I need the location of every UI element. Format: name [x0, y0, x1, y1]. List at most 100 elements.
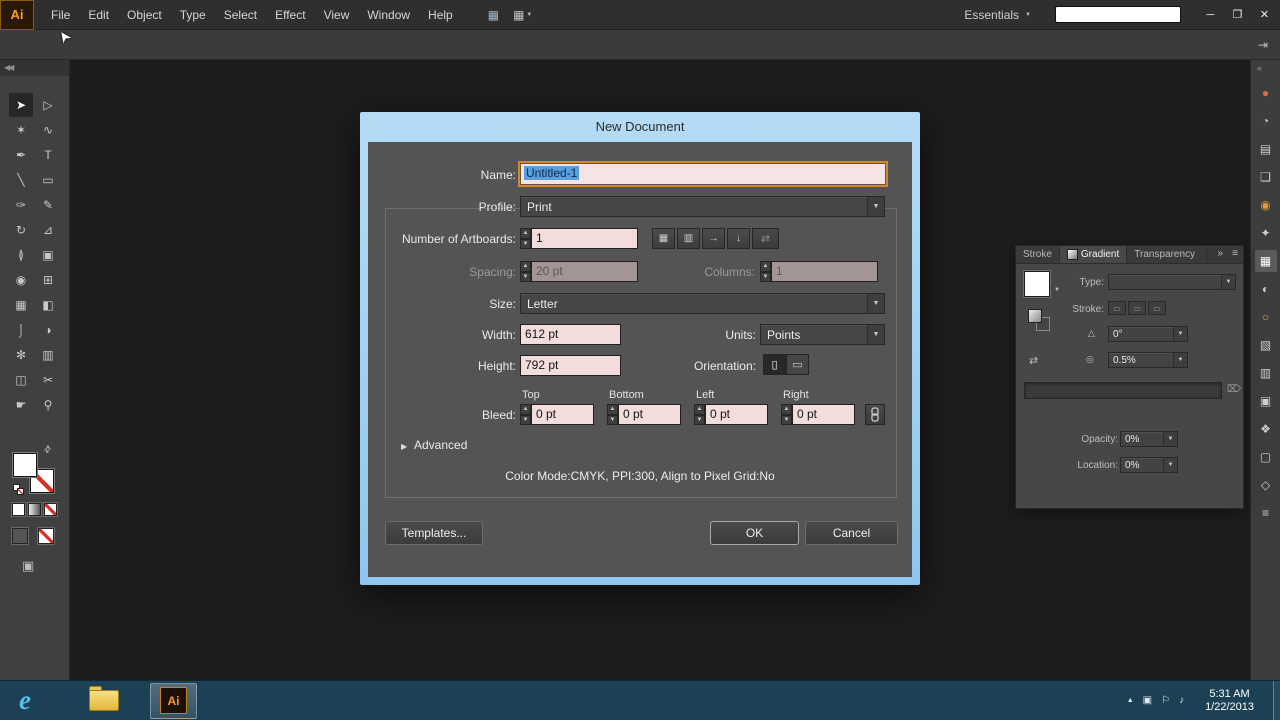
tray-volume-icon[interactable]: ♪: [1179, 695, 1184, 706]
gradient-panel-icon[interactable]: ▦: [1255, 250, 1277, 272]
grid-by-row-button[interactable]: ▦: [652, 228, 675, 249]
align-panel-icon[interactable]: ❖: [1255, 418, 1277, 440]
search-input[interactable]: [1055, 6, 1181, 23]
shape-builder-tool[interactable]: ◉: [9, 268, 33, 292]
restore-button[interactable]: ❐: [1224, 0, 1251, 30]
paintbrush-tool[interactable]: ✑: [9, 193, 33, 217]
color-guide-panel-icon[interactable]: ◔: [1255, 110, 1277, 132]
hand-tool[interactable]: ☛: [9, 393, 33, 417]
delete-stop-icon[interactable]: ⌦: [1227, 384, 1241, 395]
chevron-down-icon[interactable]: ▼: [1163, 458, 1177, 472]
swap-fill-stroke-icon[interactable]: ⇄: [41, 443, 54, 456]
eyedropper-tool[interactable]: ⌡: [9, 318, 33, 342]
appearance-panel-icon[interactable]: ✦: [1255, 222, 1277, 244]
arrange-by-column-button[interactable]: ↓: [727, 228, 750, 249]
size-dropdown[interactable]: Letter ▼: [520, 293, 885, 314]
taskbar-illustrator-button[interactable]: Ai: [150, 683, 197, 719]
perspective-grid-tool[interactable]: ⊞: [36, 268, 60, 292]
menu-file[interactable]: File: [42, 0, 79, 30]
menu-help[interactable]: Help: [419, 0, 462, 30]
slice-tool[interactable]: ✂: [36, 368, 60, 392]
drawing-modes-button[interactable]: ▣: [22, 558, 34, 574]
pathfinder-panel-icon[interactable]: ▢: [1255, 446, 1277, 468]
location-dropdown[interactable]: 0% ▼: [1120, 457, 1178, 473]
arrange-by-row-button[interactable]: →: [702, 228, 725, 249]
arrange-documents-button[interactable]: ▦ ▼: [513, 8, 532, 22]
gradient-tool[interactable]: ◧: [36, 293, 60, 317]
chevron-down-icon[interactable]: ▼: [867, 197, 884, 216]
info-panel-icon[interactable]: ≡: [1255, 502, 1277, 524]
menu-edit[interactable]: Edit: [79, 0, 118, 30]
stroke-within-button[interactable]: ▭: [1108, 301, 1126, 315]
spinner-up-icon[interactable]: ▲: [520, 404, 531, 415]
width-input[interactable]: 612 pt: [520, 324, 621, 345]
gradient-aspect-dropdown[interactable]: 0.5% ▼: [1108, 352, 1188, 368]
selection-tool[interactable]: ➤: [9, 93, 33, 117]
spinner-up-icon[interactable]: ▲: [694, 404, 705, 415]
spinner-up-icon[interactable]: ▲: [520, 261, 531, 272]
stroke-across-button[interactable]: ▭: [1148, 301, 1166, 315]
panel-menu-icon[interactable]: ≡: [1232, 248, 1238, 259]
transparency-panel-icon[interactable]: ◐: [1255, 278, 1277, 300]
rotate-tool[interactable]: ↻: [9, 218, 33, 242]
menu-type[interactable]: Type: [171, 0, 215, 30]
spinner-down-icon[interactable]: ▼: [520, 239, 531, 250]
bridge-icon[interactable]: ▦: [488, 8, 499, 22]
color-panel-icon[interactable]: ●: [1255, 82, 1277, 104]
menu-effect[interactable]: Effect: [266, 0, 314, 30]
tray-network-icon[interactable]: ▣: [1143, 695, 1152, 706]
templates-button[interactable]: Templates...: [385, 521, 483, 545]
gradient-slider[interactable]: [1024, 382, 1222, 399]
menu-object[interactable]: Object: [118, 0, 171, 30]
layers-panel-icon[interactable]: ▥: [1255, 362, 1277, 384]
taskbar-file-explorer-button[interactable]: [80, 683, 128, 719]
show-desktop-button[interactable]: [1273, 681, 1280, 720]
color-mode-button[interactable]: [12, 503, 25, 516]
toolbar-collapse-icon[interactable]: ◀◀: [0, 60, 69, 76]
ok-button[interactable]: OK: [710, 521, 799, 545]
grid-by-column-button[interactable]: ▥: [677, 228, 700, 249]
bleed-right-input[interactable]: 0 pt: [792, 404, 855, 425]
taskbar-clock[interactable]: 5:31 AM 1/22/2013: [1205, 688, 1254, 714]
magic-wand-tool[interactable]: ✶: [9, 118, 33, 142]
artboards-panel-icon[interactable]: ▣: [1255, 390, 1277, 412]
cancel-button[interactable]: Cancel: [805, 521, 898, 545]
artboards-input[interactable]: 1: [531, 228, 638, 249]
menu-select[interactable]: Select: [215, 0, 266, 30]
scale-tool[interactable]: ⊿: [36, 218, 60, 242]
type-tool[interactable]: T: [36, 143, 60, 167]
symbols-panel-icon[interactable]: ◉: [1255, 194, 1277, 216]
spinner-down-icon[interactable]: ▼: [607, 415, 618, 426]
spinner-up-icon[interactable]: ▲: [607, 404, 618, 415]
swatch-none[interactable]: [38, 528, 54, 544]
gradient-fill-stroke-widget[interactable]: [1028, 309, 1054, 335]
dock-collapse-icon[interactable]: «: [1251, 60, 1280, 76]
workspace-switcher[interactable]: Essentials ▼: [958, 8, 1037, 22]
blend-tool[interactable]: ◑: [36, 318, 60, 342]
navigator-panel-icon[interactable]: ◇: [1255, 474, 1277, 496]
spinner-down-icon[interactable]: ▼: [520, 415, 531, 426]
spinner-down-icon[interactable]: ▼: [520, 272, 531, 283]
chevron-down-icon[interactable]: ▼: [1163, 432, 1177, 446]
spinner-down-icon[interactable]: ▼: [760, 272, 771, 283]
spinner-up-icon[interactable]: ▲: [760, 261, 771, 272]
profile-dropdown[interactable]: Print ▼: [520, 196, 885, 217]
close-button[interactable]: ✕: [1251, 0, 1278, 30]
units-dropdown[interactable]: Points ▼: [760, 324, 885, 345]
none-mode-button[interactable]: [44, 503, 57, 516]
pen-tool[interactable]: ✒: [9, 143, 33, 167]
dock-expand-icon[interactable]: ⇥: [1258, 38, 1268, 52]
swatch-dark[interactable]: [12, 528, 28, 544]
name-input[interactable]: Untitled-1: [520, 163, 886, 185]
dialog-title[interactable]: New Document: [360, 112, 920, 142]
opacity-dropdown[interactable]: 0% ▼: [1120, 431, 1178, 447]
height-input[interactable]: 792 pt: [520, 355, 621, 376]
lasso-tool[interactable]: ∿: [36, 118, 60, 142]
rectangle-tool[interactable]: ▭: [36, 168, 60, 192]
width-tool[interactable]: ≬: [9, 243, 33, 267]
panel-collapse-icon[interactable]: »: [1217, 248, 1223, 259]
spinner-up-icon[interactable]: ▲: [781, 404, 792, 415]
tab-stroke[interactable]: Stroke: [1016, 246, 1060, 263]
menu-window[interactable]: Window: [358, 0, 419, 30]
gradient-angle-dropdown[interactable]: 0° ▼: [1108, 326, 1188, 342]
